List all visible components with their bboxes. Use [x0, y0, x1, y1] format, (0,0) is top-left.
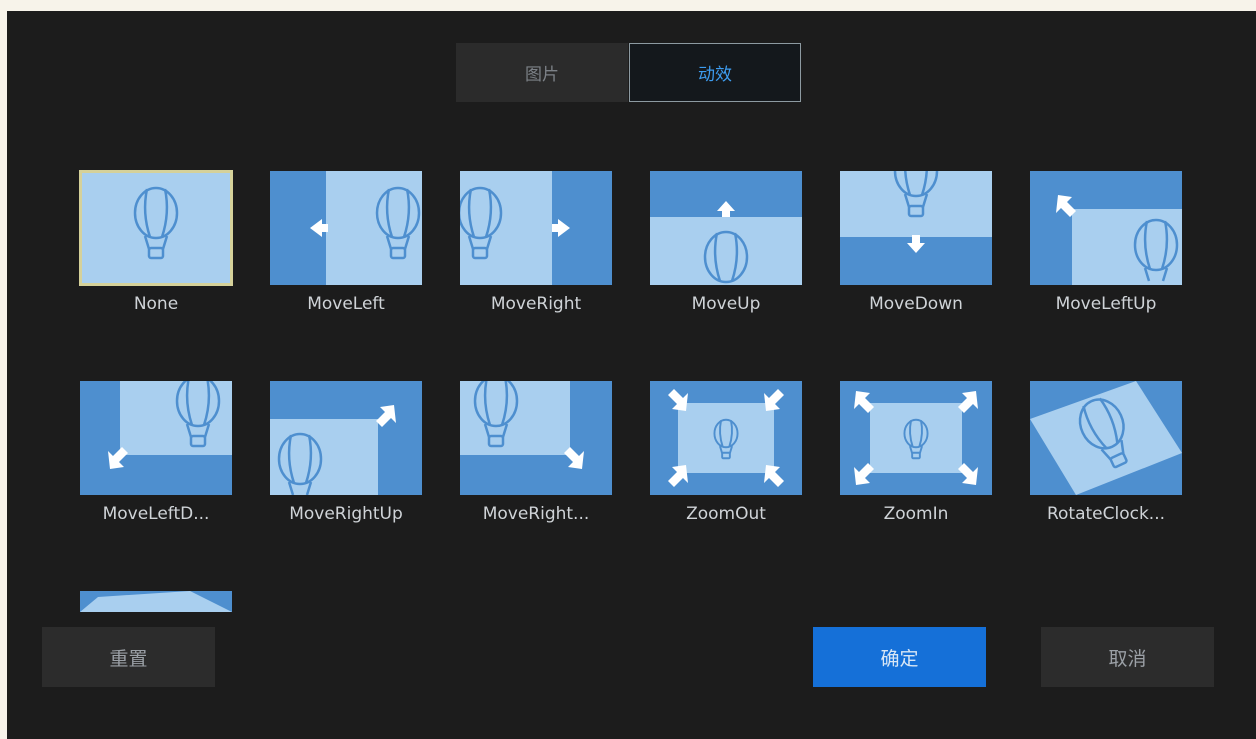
effect-zoom-out[interactable]: ZoomOut	[650, 381, 802, 524]
tab-effects[interactable]: 动效	[629, 43, 801, 102]
effect-thumbnail	[840, 381, 992, 495]
effect-move-right-up[interactable]: MoveRightUp	[270, 381, 422, 524]
effect-move-up[interactable]: MoveUp	[650, 171, 802, 314]
effect-label: MoveRightUp	[289, 504, 403, 524]
effect-label: MoveLeft	[307, 294, 385, 314]
effect-move-right-down[interactable]: MoveRight...	[460, 381, 612, 524]
effect-thumbnail	[270, 381, 422, 495]
effect-move-left-up[interactable]: MoveLeftUp	[1030, 171, 1182, 314]
effect-label: MoveRight	[490, 294, 582, 314]
effect-move-down[interactable]: MoveDown	[840, 171, 992, 314]
effect-thumbnail-partial[interactable]	[80, 591, 232, 612]
cancel-button[interactable]: 取消	[1041, 627, 1214, 687]
effect-thumbnail	[840, 171, 992, 285]
effect-thumbnail	[460, 171, 612, 285]
effect-thumbnail	[460, 381, 612, 495]
effect-move-left[interactable]: MoveLeft	[270, 171, 422, 314]
effect-thumbnail	[270, 171, 422, 285]
effect-label: RotateClock...	[1046, 504, 1166, 524]
effect-label: MoveLeftUp	[1055, 294, 1157, 314]
effect-thumbnail	[80, 381, 232, 495]
effect-label: ZoomIn	[883, 504, 949, 524]
effect-label: MoveDown	[869, 294, 963, 314]
effect-label: MoveUp	[691, 294, 761, 314]
effect-thumbnail	[650, 381, 802, 495]
effect-rotate-clockwise[interactable]: RotateClock...	[1030, 381, 1182, 524]
reset-button[interactable]: 重置	[42, 627, 215, 687]
effect-label: MoveRight...	[482, 504, 590, 524]
effect-thumbnail	[79, 170, 233, 286]
effect-move-left-down[interactable]: MoveLeftD...	[80, 381, 232, 524]
effect-dialog: 图片 动效 None MoveLeft MoveRight MoveUp Mov…	[7, 11, 1256, 739]
effect-label: ZoomOut	[686, 504, 766, 524]
effect-move-right[interactable]: MoveRight	[460, 171, 612, 314]
effect-thumbnail	[650, 171, 802, 285]
effect-label: MoveLeftD...	[102, 504, 210, 524]
effect-thumbnail	[1030, 171, 1182, 285]
effect-none[interactable]: None	[79, 170, 233, 314]
effect-label: None	[133, 294, 179, 314]
effect-thumbnail	[1030, 381, 1182, 495]
effect-zoom-in[interactable]: ZoomIn	[840, 381, 992, 524]
tab-image[interactable]: 图片	[456, 43, 628, 102]
confirm-button[interactable]: 确定	[813, 627, 986, 687]
